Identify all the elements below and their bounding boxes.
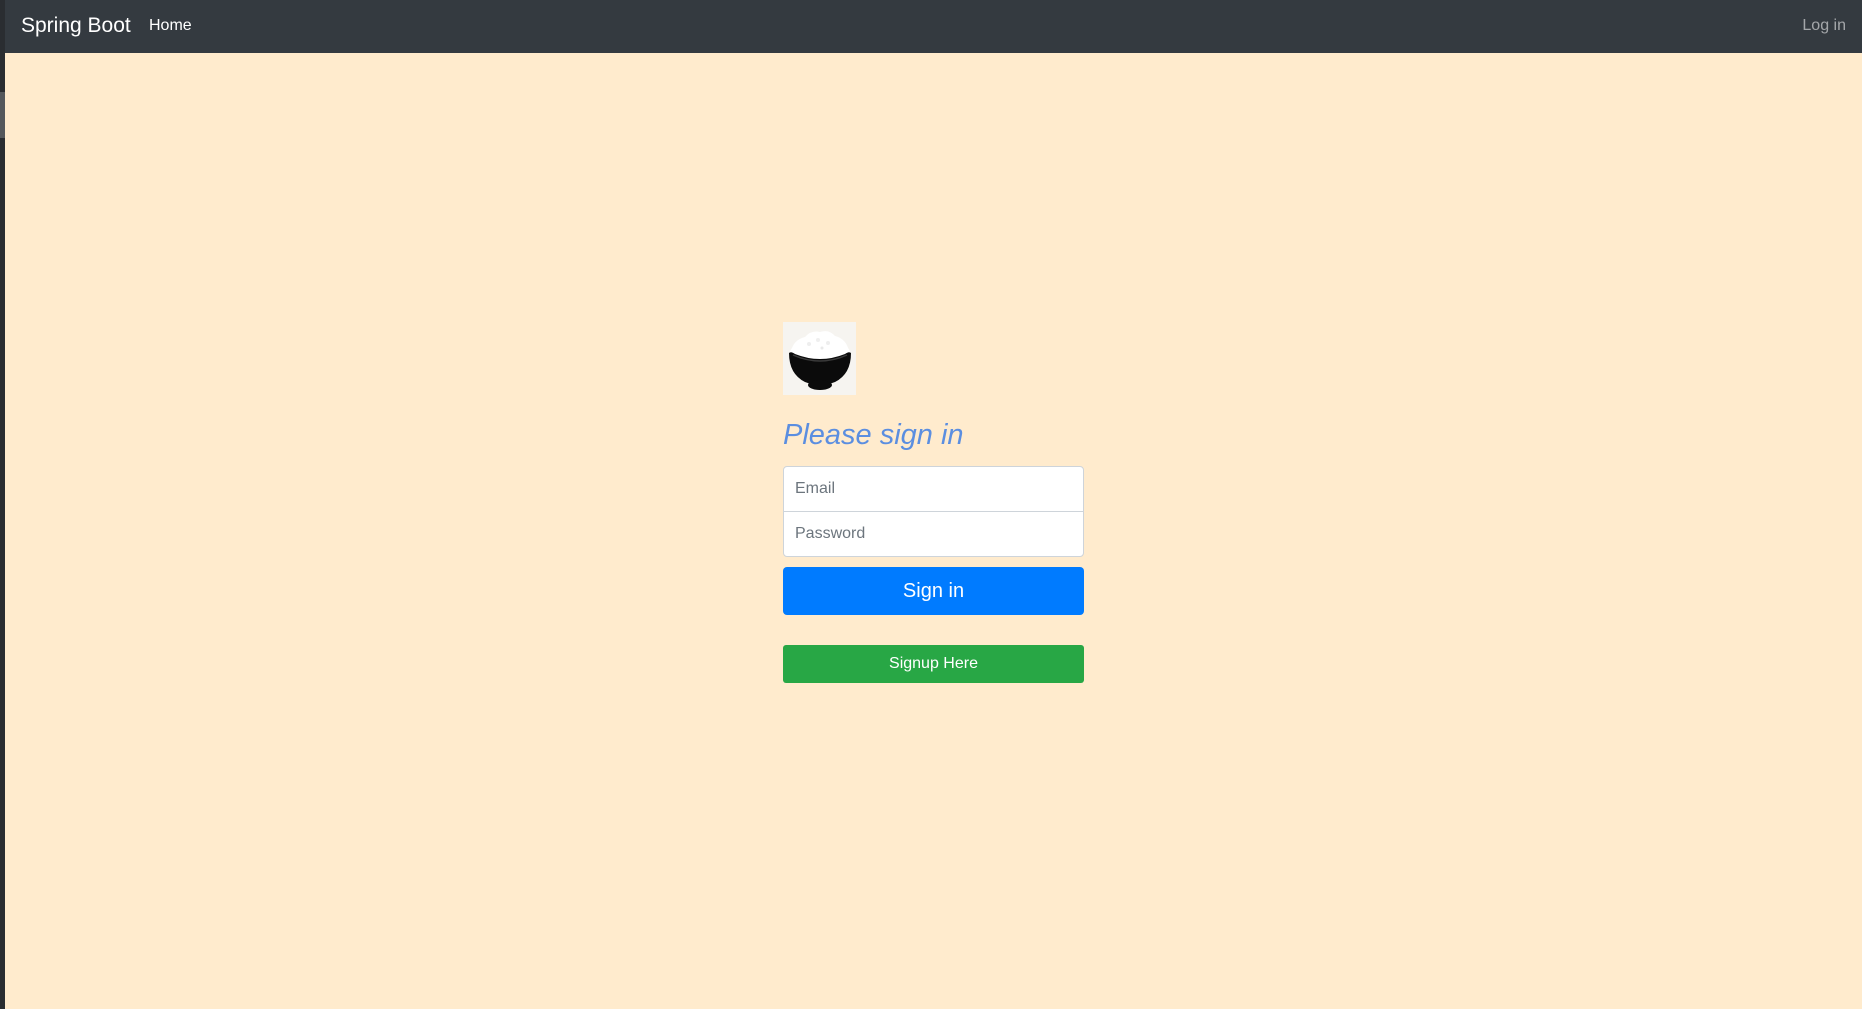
window-edge [0, 0, 5, 1009]
navbar-brand[interactable]: Spring Boot [21, 12, 131, 40]
email-field[interactable] [783, 466, 1084, 512]
rice-bowl-icon [783, 322, 856, 395]
window-edge-handle [0, 92, 5, 138]
signin-form: Please sign in Sign in Signup Here [783, 322, 1084, 683]
nav-link-login[interactable]: Log in [1802, 15, 1846, 37]
top-navbar: Spring Boot Home Log in [5, 0, 1862, 53]
sign-in-button[interactable]: Sign in [783, 567, 1084, 615]
nav-link-home[interactable]: Home [149, 15, 192, 37]
page-title: Please sign in [783, 419, 964, 451]
signup-button[interactable]: Signup Here [783, 645, 1084, 683]
password-field[interactable] [783, 511, 1084, 557]
credentials-group [783, 466, 1084, 557]
